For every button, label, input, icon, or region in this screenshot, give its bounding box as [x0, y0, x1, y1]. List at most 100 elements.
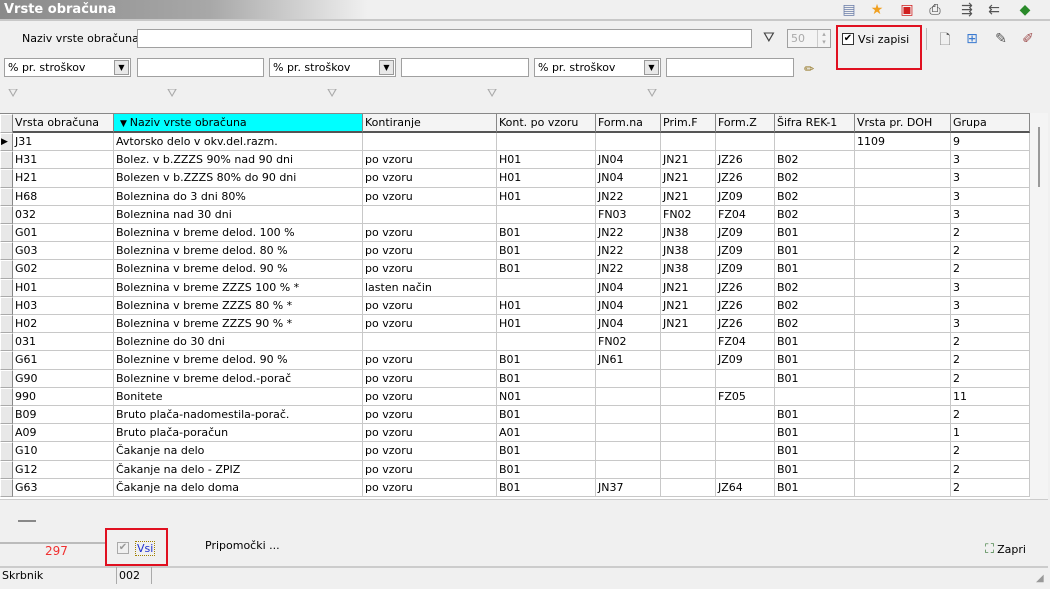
table-cell[interactable]: G10 — [13, 442, 114, 461]
table-cell[interactable]: 3 — [951, 187, 1030, 206]
table-cell[interactable] — [716, 369, 775, 388]
star-icon[interactable]: ★ — [868, 2, 886, 19]
table-row[interactable]: G12 Čakanje na delo - ZPIZ po vzoru B01 B01 2 — [0, 460, 1030, 479]
table-cell[interactable]: JN21 — [661, 169, 716, 188]
table-cell[interactable] — [855, 260, 951, 279]
table-cell[interactable]: JN22 — [596, 187, 661, 206]
table-cell[interactable]: B02 — [775, 187, 855, 206]
table-cell[interactable]: B01 — [775, 333, 855, 352]
table-cell[interactable]: H01 — [497, 151, 596, 170]
table-cell[interactable] — [596, 442, 661, 461]
table-cell[interactable]: H68 — [13, 187, 114, 206]
export-icon[interactable]: ⇶ — [958, 2, 976, 19]
table-cell[interactable]: lasten način — [363, 278, 497, 297]
table-cell[interactable] — [855, 187, 951, 206]
table-cell[interactable]: Bolez. v b.ZZZS 90% nad 90 dni — [114, 151, 363, 170]
table-cell[interactable]: JN21 — [661, 187, 716, 206]
table-cell[interactable]: JZ09 — [716, 242, 775, 261]
table-row[interactable]: G90 Boleznine v breme delod.-porač po vzor… — [0, 369, 1030, 388]
table-cell[interactable] — [855, 169, 951, 188]
table-row[interactable]: H02 Boleznina v breme ZZZS 90 % * po vzoru… — [0, 315, 1030, 334]
table-cell[interactable] — [596, 133, 661, 152]
table-cell[interactable]: 2 — [951, 406, 1030, 425]
table-cell[interactable]: JN04 — [596, 169, 661, 188]
table-cell[interactable]: 2 — [951, 224, 1030, 243]
table-row[interactable]: G63 Čakanje na delo doma po vzoru B01 JN37 JZ… — [0, 478, 1030, 497]
column-header[interactable]: Prim.F — [661, 114, 716, 133]
table-row[interactable]: G10 Čakanje na delo po vzoru B01 B01 2 — [0, 442, 1030, 461]
row-selector[interactable] — [0, 169, 13, 188]
resize-grip-icon[interactable]: ◢ — [1036, 573, 1044, 584]
table-cell[interactable] — [363, 133, 497, 152]
row-selector[interactable] — [0, 242, 13, 261]
row-selector[interactable] — [0, 406, 13, 425]
table-cell[interactable]: H03 — [13, 296, 114, 315]
table-cell[interactable] — [497, 133, 596, 152]
row-selector[interactable] — [0, 369, 13, 388]
table-row[interactable]: 032 Boleznina nad 30 dni FN03 FN02 FZ04 B02 3 — [0, 205, 1030, 224]
table-cell[interactable]: JZ64 — [716, 478, 775, 497]
table-cell[interactable]: A01 — [497, 424, 596, 443]
table-cell[interactable] — [855, 333, 951, 352]
filter-field-select-2[interactable]: % pr. stroškov ▼ — [269, 58, 396, 77]
table-cell[interactable]: H01 — [497, 296, 596, 315]
table-cell[interactable] — [855, 369, 951, 388]
import-icon[interactable]: ⇇ — [985, 2, 1003, 19]
table-cell[interactable]: FN02 — [661, 205, 716, 224]
table-cell[interactable]: po vzoru — [363, 224, 497, 243]
table-row[interactable]: G61 Boleznine v breme delod. 90 % po vzoru… — [0, 351, 1030, 370]
table-cell[interactable] — [661, 406, 716, 425]
table-cell[interactable] — [855, 151, 951, 170]
table-row[interactable]: H01 Boleznina v breme ZZZS 100 % * lasten … — [0, 278, 1030, 297]
table-cell[interactable]: po vzoru — [363, 369, 497, 388]
table-cell[interactable] — [716, 133, 775, 152]
table-cell[interactable] — [596, 369, 661, 388]
row-selector[interactable] — [0, 460, 13, 479]
table-cell[interactable]: Čakanje na delo doma — [114, 478, 363, 497]
table-cell[interactable]: B01 — [497, 224, 596, 243]
table-row[interactable]: A09 Bruto plača-poračun po vzoru A01 B01 1 — [0, 424, 1030, 443]
table-cell[interactable]: B01 — [497, 242, 596, 261]
table-cell[interactable]: JN21 — [661, 278, 716, 297]
table-cell[interactable]: Bruto plača-nadomestila-porač. — [114, 406, 363, 425]
table-cell[interactable] — [855, 478, 951, 497]
table-cell[interactable]: FN03 — [596, 205, 661, 224]
table-cell[interactable]: po vzoru — [363, 406, 497, 425]
table-cell[interactable] — [775, 133, 855, 152]
table-cell[interactable]: 3 — [951, 169, 1030, 188]
table-cell[interactable]: JN21 — [661, 151, 716, 170]
table-cell[interactable]: B01 — [775, 406, 855, 425]
column-header[interactable]: Form.na — [596, 114, 661, 133]
table-cell[interactable]: 3 — [951, 315, 1030, 334]
filter-field-select-1[interactable]: % pr. stroškov ▼ — [4, 58, 131, 77]
table-cell[interactable] — [775, 387, 855, 406]
table-cell[interactable] — [661, 369, 716, 388]
table-cell[interactable]: JZ09 — [716, 224, 775, 243]
table-cell[interactable]: po vzoru — [363, 187, 497, 206]
help-book-icon[interactable]: ◆ — [1016, 2, 1034, 19]
table-cell[interactable] — [661, 442, 716, 461]
column-header[interactable]: ▼ Naziv vrste obračuna — [114, 114, 363, 133]
table-cell[interactable] — [855, 242, 951, 261]
table-cell[interactable] — [855, 460, 951, 479]
table-cell[interactable]: B01 — [775, 442, 855, 461]
table-cell[interactable]: A09 — [13, 424, 114, 443]
table-row[interactable]: H03 Boleznina v breme ZZZS 80 % * po vzoru… — [0, 296, 1030, 315]
column-header[interactable]: Form.Z — [716, 114, 775, 133]
table-cell[interactable]: JZ26 — [716, 169, 775, 188]
row-selector[interactable] — [0, 333, 13, 352]
table-cell[interactable]: po vzoru — [363, 351, 497, 370]
vertical-scrollbar[interactable] — [1030, 113, 1048, 499]
table-cell[interactable]: B01 — [497, 478, 596, 497]
table-cell[interactable] — [661, 424, 716, 443]
table-row[interactable]: ▶ J31 Avtorsko delo v okv.del.razm. 1109 9 — [0, 133, 1030, 152]
row-selector[interactable]: ▶ — [0, 133, 13, 152]
table-cell[interactable]: J31 — [13, 133, 114, 152]
filter-icon[interactable]: ⛛ — [487, 86, 503, 102]
filter-field-select-3[interactable]: % pr. stroškov ▼ — [534, 58, 661, 77]
table-cell[interactable] — [855, 442, 951, 461]
row-selector[interactable] — [0, 151, 13, 170]
table-cell[interactable]: Čakanje na delo - ZPIZ — [114, 460, 363, 479]
table-cell[interactable] — [716, 424, 775, 443]
table-cell[interactable]: FZ04 — [716, 333, 775, 352]
